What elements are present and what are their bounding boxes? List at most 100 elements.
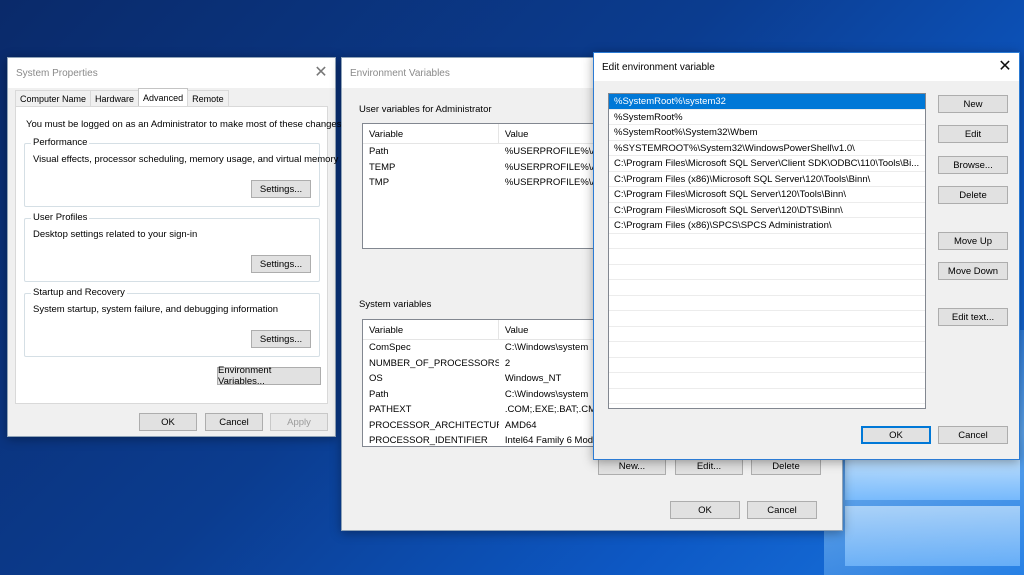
table-row[interactable]: PROCESSOR_IDENTIFIER Intel64 Family 6 Mo… [363, 433, 601, 446]
close-icon[interactable]: ✕ [307, 58, 335, 88]
column-variable[interactable]: Variable [363, 320, 499, 339]
admin-notice: You must be logged on as an Administrato… [26, 119, 345, 130]
tab-label: Advanced [143, 93, 184, 103]
environment-variables-button[interactable]: Environment Variables... [217, 365, 321, 387]
system-properties-apply-button[interactable]: Apply [270, 413, 328, 431]
system-properties-cancel-button[interactable]: Cancel [205, 413, 263, 431]
system-properties-ok-button[interactable]: OK [139, 413, 197, 431]
system-variables-label: System variables [359, 299, 432, 310]
value-cell: %USERPROFILE%\Ap [504, 146, 601, 157]
edit-ok-button[interactable]: OK [861, 426, 931, 444]
list-item[interactable]: C:\Program Files\Microsoft SQL Server\Cl… [609, 156, 925, 172]
value-cell: C:\Windows\system [504, 388, 589, 400]
value-cell: Intel64 Family 6 Mod [504, 435, 594, 446]
tab-remote[interactable]: Remote [187, 90, 229, 107]
table-row[interactable]: PROCESSOR_ARCHITECTURE AMD64 [363, 418, 601, 434]
table-row[interactable]: OS Windows_NT [363, 371, 601, 387]
value-cell: 2 [504, 357, 511, 369]
variable-cell: Path [369, 146, 389, 157]
environment-ok-button[interactable]: OK [670, 501, 740, 519]
list-item[interactable]: C:\Program Files\Microsoft SQL Server\12… [609, 187, 925, 203]
empty-row[interactable] [609, 311, 925, 327]
list-item[interactable]: C:\Program Files (x86)\SPCS\SPCS Adminis… [609, 218, 925, 234]
list-item[interactable]: C:\Program Files (x86)\Microsoft SQL Ser… [609, 172, 925, 187]
table-row[interactable]: TEMP %USERPROFILE%\Ap [363, 160, 601, 176]
advanced-tab-panel: You must be logged on as an Administrato… [15, 106, 344, 404]
system-properties-titlebar: System Properties ✕ [8, 58, 335, 88]
table-row[interactable]: ComSpec C:\Windows\system [363, 340, 601, 356]
edit-browse-button[interactable]: Browse... [938, 156, 1008, 174]
empty-row[interactable] [609, 342, 925, 358]
startup-recovery-description: System startup, system failure, and debu… [33, 304, 279, 315]
performance-description: Visual effects, processor scheduling, me… [33, 154, 339, 165]
startup-recovery-title: Startup and Recovery [31, 287, 127, 298]
desktop-windows-logo-lower [845, 506, 1020, 566]
variable-cell: PROCESSOR_ARCHITECTURE [369, 419, 499, 431]
window-title: Environment Variables [350, 67, 450, 79]
edit-cancel-button[interactable]: Cancel [938, 426, 1008, 444]
value-cell: C:\Windows\system [504, 342, 589, 353]
column-variable[interactable]: Variable [363, 124, 499, 143]
variable-cell: TMP [369, 177, 390, 188]
list-item[interactable]: %SystemRoot% [609, 110, 925, 125]
column-value[interactable]: Value [499, 320, 601, 339]
empty-row[interactable] [609, 296, 925, 311]
startup-recovery-group: Startup and Recovery System startup, sys… [24, 287, 320, 357]
value-cell: Windows_NT [504, 373, 562, 384]
value-cell: .COM;.EXE;.BAT;.CM [504, 404, 596, 415]
move-up-button[interactable]: Move Up [938, 232, 1008, 250]
empty-row[interactable] [609, 358, 925, 373]
table-row[interactable]: Path C:\Windows\system [363, 387, 601, 403]
list-item[interactable]: %SystemRoot%\System32\Wbem [609, 125, 925, 141]
variable-cell: PROCESSOR_IDENTIFIER [369, 435, 488, 446]
list-item[interactable]: %SystemRoot%\system32 [609, 94, 925, 110]
system-properties-tabs: Computer Name Hardware Advanced Remote [15, 88, 229, 107]
user-profiles-group: User Profiles Desktop settings related t… [24, 212, 320, 282]
variable-cell: TEMP [369, 161, 396, 173]
table-row[interactable]: NUMBER_OF_PROCESSORS 2 [363, 356, 601, 372]
table-row[interactable]: PATHEXT .COM;.EXE;.BAT;.CM [363, 402, 601, 418]
system-variables-list[interactable]: Variable Value ComSpec C:\Windows\system… [362, 319, 602, 447]
user-variables-list[interactable]: Variable Value Path %USERPROFILE%\Ap TEM… [362, 123, 602, 249]
performance-settings-button[interactable]: Settings... [251, 180, 311, 198]
startup-recovery-settings-button[interactable]: Settings... [251, 330, 311, 348]
tab-hardware[interactable]: Hardware [90, 90, 140, 107]
tab-label: Computer Name [20, 94, 87, 104]
edit-edit-button[interactable]: Edit [938, 125, 1008, 143]
variable-cell: OS [369, 373, 383, 384]
edit-delete-button[interactable]: Delete [938, 186, 1008, 204]
desktop-windows-logo [845, 458, 1020, 500]
performance-title: Performance [31, 137, 90, 148]
window-title: Edit environment variable [602, 61, 715, 73]
list-item[interactable]: %SYSTEMROOT%\System32\WindowsPowerShell\… [609, 141, 925, 156]
edit-new-button[interactable]: New [938, 95, 1008, 113]
tab-computer-name[interactable]: Computer Name [15, 90, 92, 107]
empty-row[interactable] [609, 389, 925, 404]
tab-label: Remote [192, 94, 224, 104]
variable-cell: ComSpec [369, 342, 411, 353]
empty-row[interactable] [609, 234, 925, 249]
user-variables-label: User variables for Administrator [359, 104, 492, 115]
empty-row[interactable] [609, 265, 925, 280]
column-value[interactable]: Value [499, 124, 601, 143]
tab-advanced[interactable]: Advanced [138, 88, 189, 107]
list-item[interactable]: C:\Program Files\Microsoft SQL Server\12… [609, 203, 925, 218]
empty-row[interactable] [609, 373, 925, 389]
variable-cell: NUMBER_OF_PROCESSORS [369, 357, 499, 369]
variable-cell: Path [369, 388, 389, 400]
empty-row[interactable] [609, 327, 925, 342]
system-variables-header: Variable Value [363, 320, 601, 340]
user-variables-header: Variable Value [363, 124, 601, 144]
empty-row[interactable] [609, 280, 925, 296]
user-profiles-settings-button[interactable]: Settings... [251, 255, 311, 273]
table-row[interactable]: Path %USERPROFILE%\Ap [363, 144, 601, 160]
edit-text-button[interactable]: Edit text... [938, 308, 1008, 326]
close-icon[interactable]: ✕ [991, 53, 1019, 81]
performance-group: Performance Visual effects, processor sc… [24, 137, 338, 207]
empty-row[interactable] [609, 249, 925, 265]
user-profiles-description: Desktop settings related to your sign-in [33, 229, 198, 240]
path-entries-list[interactable]: %SystemRoot%\system32 %SystemRoot% %Syst… [608, 93, 926, 409]
table-row[interactable]: TMP %USERPROFILE%\Ap [363, 175, 601, 191]
move-down-button[interactable]: Move Down [938, 262, 1008, 280]
environment-cancel-button[interactable]: Cancel [747, 501, 817, 519]
